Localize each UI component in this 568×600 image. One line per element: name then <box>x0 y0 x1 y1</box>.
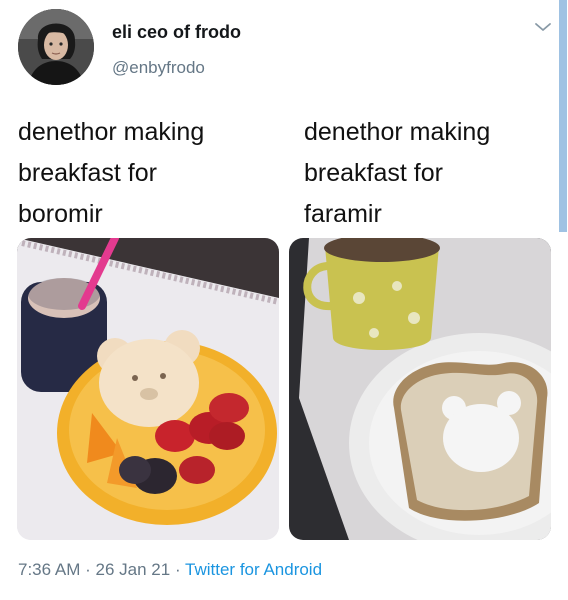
caption-right-line: breakfast for <box>304 159 443 187</box>
author-name[interactable]: eli ceo of frodo <box>112 22 241 43</box>
photo-faramir-breakfast[interactable] <box>289 238 551 540</box>
caption-left: denethor making breakfast for boromir <box>18 112 258 235</box>
caption-left-line: boromir <box>18 200 103 228</box>
photo-boromir-breakfast[interactable] <box>17 238 279 540</box>
avatar[interactable] <box>18 9 94 85</box>
meta-separator: · <box>174 560 181 579</box>
caption-left-line: breakfast for <box>18 159 157 187</box>
author-handle[interactable]: @enbyfrodo <box>112 58 205 78</box>
photo-image <box>17 238 279 540</box>
chevron-down-icon[interactable] <box>533 20 553 34</box>
tweet-date[interactable]: 26 Jan 21 <box>96 560 171 579</box>
tweet-meta: 7:36 AM · 26 Jan 21 · Twitter for Androi… <box>18 560 322 580</box>
tweet-source-link[interactable]: Twitter for Android <box>185 560 322 579</box>
scrollbar[interactable] <box>559 0 567 232</box>
tweet-time[interactable]: 7:36 AM <box>18 560 80 579</box>
caption-right: denethor making breakfast for faramir <box>304 112 544 235</box>
caption-right-line: denethor making <box>304 118 491 146</box>
caption-right-line: faramir <box>304 200 382 228</box>
caption-left-line: denethor making <box>18 118 205 146</box>
photo-image <box>289 238 551 540</box>
avatar-image <box>18 9 94 85</box>
meta-separator: · <box>85 560 91 579</box>
